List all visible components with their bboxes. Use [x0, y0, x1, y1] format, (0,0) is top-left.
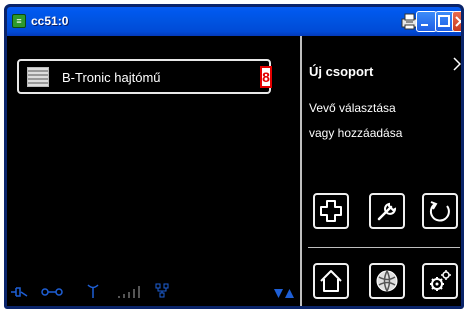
signal-icon — [118, 286, 140, 298]
undo-icon — [429, 201, 450, 222]
scroll-arrows-icon[interactable] — [273, 287, 295, 299]
wrench-icon — [377, 202, 397, 221]
window-title: cc51:0 — [31, 14, 69, 28]
home-button[interactable] — [313, 263, 349, 299]
globe-button[interactable] — [369, 263, 405, 299]
settings-button[interactable] — [422, 263, 458, 299]
title-bar[interactable]: ≡ cc51:0 — [7, 7, 461, 36]
link-icon — [41, 288, 63, 296]
home-icon — [320, 270, 342, 292]
receiver-count-badge: 8 — [260, 66, 272, 88]
app-icon: ≡ — [12, 14, 26, 28]
add-button[interactable] — [313, 193, 349, 229]
close-button[interactable] — [452, 11, 461, 32]
actions-divider — [308, 247, 460, 248]
status-bar — [7, 277, 297, 305]
panel-divider — [300, 36, 302, 306]
plus-icon — [320, 200, 342, 222]
panel-description-line2: vagy hozzáadása — [309, 126, 403, 140]
edit-button[interactable] — [369, 193, 405, 229]
blinds-icon — [27, 67, 49, 87]
panel-title: Új csoport — [309, 64, 374, 79]
antenna-icon — [87, 284, 99, 298]
gears-icon — [430, 270, 451, 291]
globe-icon — [376, 270, 398, 292]
network-icon — [155, 283, 169, 298]
back-button[interactable] — [422, 193, 458, 229]
receiver-list-item[interactable]: B-Tronic hajtómű 8 — [17, 59, 272, 94]
receiver-name: B-Tronic hajtómű — [62, 70, 161, 85]
minimize-button[interactable] — [416, 11, 437, 32]
panel-description-line1: Vevő választása — [309, 101, 396, 115]
app-window: ≡ cc51:0 B-Tronic hajtómű 8 Új csoport V… — [4, 4, 464, 309]
connection-icon — [11, 287, 28, 297]
chevron-right-icon[interactable] — [453, 57, 461, 71]
